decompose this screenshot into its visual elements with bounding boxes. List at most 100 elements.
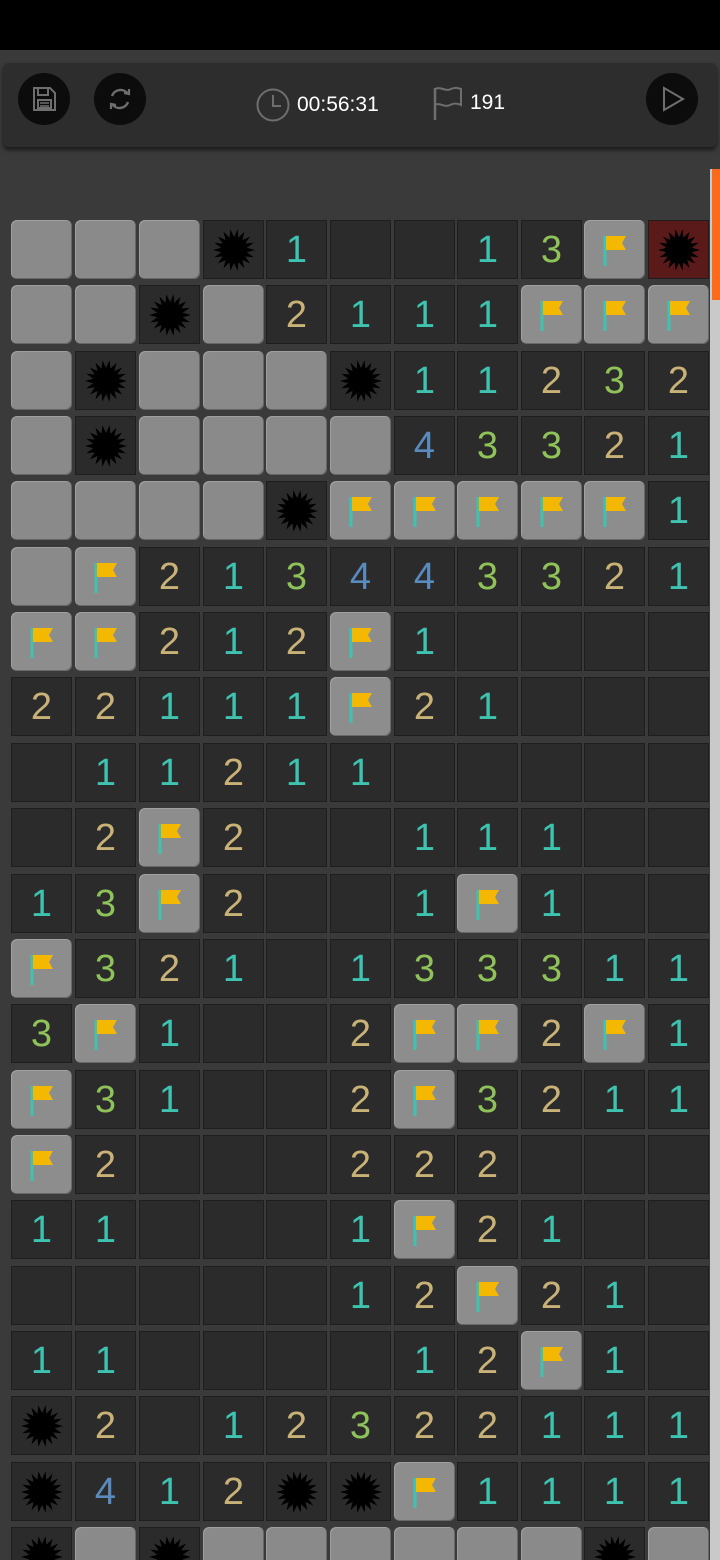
number-cell[interactable]: 2 [203,808,264,867]
hidden-cell[interactable] [139,220,200,279]
empty-cell[interactable] [75,1266,136,1325]
mine-cell[interactable] [330,1462,391,1521]
hidden-cell[interactable] [266,416,327,475]
number-cell[interactable]: 1 [266,743,327,802]
mine-cell[interactable] [11,1527,72,1560]
number-cell[interactable]: 1 [584,1070,645,1129]
flagged-cell[interactable] [394,481,455,540]
mine-cell[interactable] [584,1527,645,1560]
number-cell[interactable]: 1 [203,1396,264,1455]
empty-cell[interactable] [330,808,391,867]
number-cell[interactable]: 2 [139,612,200,671]
flagged-cell[interactable] [457,1004,518,1063]
number-cell[interactable]: 1 [521,1200,582,1259]
number-cell[interactable]: 2 [394,1135,455,1194]
number-cell[interactable]: 2 [457,1200,518,1259]
number-cell[interactable]: 1 [330,285,391,344]
number-cell[interactable]: 1 [203,547,264,606]
number-cell[interactable]: 2 [203,1462,264,1521]
number-cell[interactable]: 4 [394,547,455,606]
number-cell[interactable]: 1 [584,1462,645,1521]
empty-cell[interactable] [203,1200,264,1259]
number-cell[interactable]: 2 [330,1004,391,1063]
number-cell[interactable]: 3 [584,351,645,410]
number-cell[interactable]: 1 [457,220,518,279]
number-cell[interactable]: 2 [394,1396,455,1455]
flagged-cell[interactable] [457,1266,518,1325]
hidden-cell[interactable] [203,416,264,475]
scrollbar-track[interactable] [710,169,720,1560]
number-cell[interactable]: 1 [139,1004,200,1063]
number-cell[interactable]: 3 [521,939,582,998]
number-cell[interactable]: 3 [457,416,518,475]
flagged-cell[interactable] [139,808,200,867]
number-cell[interactable]: 3 [75,939,136,998]
number-cell[interactable]: 1 [394,874,455,933]
empty-cell[interactable] [521,612,582,671]
number-cell[interactable]: 1 [584,1266,645,1325]
number-cell[interactable]: 1 [266,220,327,279]
number-cell[interactable]: 3 [330,1396,391,1455]
hidden-cell[interactable] [75,481,136,540]
number-cell[interactable]: 1 [648,547,709,606]
number-cell[interactable]: 3 [266,547,327,606]
empty-cell[interactable] [648,874,709,933]
empty-cell[interactable] [584,743,645,802]
number-cell[interactable]: 1 [75,1200,136,1259]
number-cell[interactable]: 1 [521,1396,582,1455]
flagged-cell[interactable] [457,874,518,933]
mine-cell[interactable] [75,351,136,410]
number-cell[interactable]: 2 [521,351,582,410]
flagged-cell[interactable] [584,1004,645,1063]
number-cell[interactable]: 1 [521,808,582,867]
empty-cell[interactable] [139,1200,200,1259]
empty-cell[interactable] [266,939,327,998]
number-cell[interactable]: 1 [75,743,136,802]
number-cell[interactable]: 1 [139,677,200,736]
empty-cell[interactable] [648,1135,709,1194]
game-board[interactable]: 1132111112324332112134433212121221112111… [0,165,710,1560]
number-cell[interactable]: 1 [330,939,391,998]
number-cell[interactable]: 1 [11,1331,72,1390]
number-cell[interactable]: 2 [330,1135,391,1194]
empty-cell[interactable] [457,612,518,671]
hidden-cell[interactable] [11,481,72,540]
number-cell[interactable]: 1 [394,351,455,410]
number-cell[interactable]: 2 [521,1070,582,1129]
mine-cell[interactable] [330,351,391,410]
number-cell[interactable]: 1 [394,612,455,671]
number-cell[interactable]: 1 [394,1331,455,1390]
number-cell[interactable]: 1 [584,1396,645,1455]
save-button[interactable] [18,73,70,125]
flagged-cell[interactable] [521,285,582,344]
flagged-cell[interactable] [11,1070,72,1129]
number-cell[interactable]: 1 [139,1070,200,1129]
number-cell[interactable]: 1 [139,743,200,802]
number-cell[interactable]: 1 [457,285,518,344]
number-cell[interactable]: 1 [648,1070,709,1129]
number-cell[interactable]: 2 [75,677,136,736]
empty-cell[interactable] [203,1004,264,1063]
number-cell[interactable]: 1 [457,677,518,736]
flagged-cell[interactable] [394,1070,455,1129]
number-cell[interactable]: 3 [11,1004,72,1063]
number-cell[interactable]: 1 [648,481,709,540]
hidden-cell[interactable] [330,416,391,475]
empty-cell[interactable] [266,1266,327,1325]
empty-cell[interactable] [11,1266,72,1325]
number-cell[interactable]: 3 [75,1070,136,1129]
number-cell[interactable]: 1 [457,351,518,410]
number-cell[interactable]: 2 [11,677,72,736]
flagged-cell[interactable] [330,481,391,540]
empty-cell[interactable] [330,1331,391,1390]
empty-cell[interactable] [203,1331,264,1390]
empty-cell[interactable] [648,1266,709,1325]
empty-cell[interactable] [584,677,645,736]
number-cell[interactable]: 2 [394,1266,455,1325]
number-cell[interactable]: 1 [330,1200,391,1259]
number-cell[interactable]: 1 [584,939,645,998]
flagged-cell[interactable] [330,677,391,736]
hidden-cell[interactable] [139,481,200,540]
empty-cell[interactable] [521,677,582,736]
empty-cell[interactable] [11,808,72,867]
